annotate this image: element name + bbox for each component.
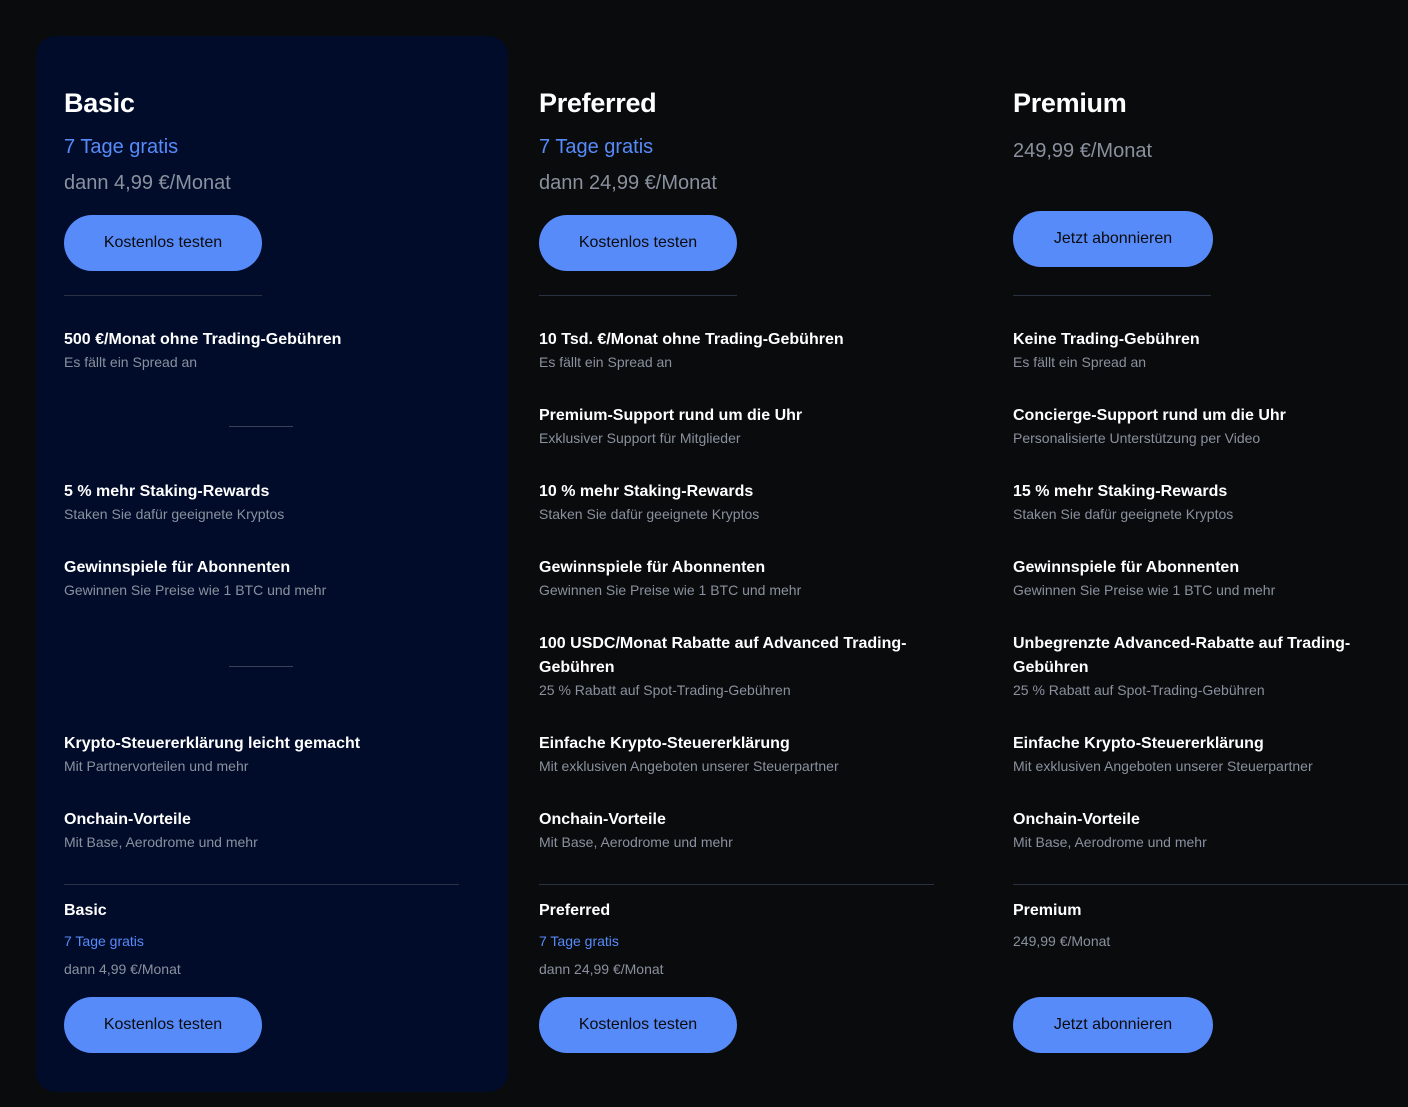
divider — [64, 884, 459, 885]
feature-title: Keine Trading-Gebühren — [1013, 331, 1200, 348]
plan-title: Basic — [64, 88, 135, 118]
feature-item: Unbegrenzte Advanced-Rabatte auf Trading… — [1013, 632, 1378, 700]
plan-column-preferred: Preferred 7 Tage gratis dann 24,99 €/Mon… — [539, 0, 939, 1107]
divider — [64, 295, 262, 296]
feature-subtitle: Personalisierte Unterstützung per Video — [1013, 430, 1261, 446]
divider — [539, 295, 737, 296]
feature-title: 15 % mehr Staking-Rewards — [1013, 483, 1228, 500]
footer-price: dann 24,99 €/Monat — [539, 961, 664, 977]
plan-price: dann 4,99 €/Monat — [64, 172, 231, 194]
plan-trial-text: 7 Tage gratis — [64, 136, 179, 158]
feature-item: Premium-Support rund um die Uhr Exklusiv… — [539, 404, 934, 448]
feature-title: Concierge-Support rund um die Uhr — [1013, 407, 1286, 424]
feature-placeholder-divider — [229, 666, 293, 667]
feature-subtitle: Staken Sie dafür geeignete Kryptos — [1013, 506, 1234, 522]
feature-subtitle: Exklusiver Support für Mitglieder — [539, 430, 741, 446]
feature-title: Krypto-Steuererklärung leicht gemacht — [64, 735, 361, 752]
free-trial-button[interactable]: Kostenlos testen — [539, 215, 737, 271]
feature-item: Einfache Krypto-Steuererklärung Mit exkl… — [539, 732, 934, 776]
feature-subtitle: Es fällt ein Spread an — [1013, 354, 1147, 370]
feature-item: Einfache Krypto-Steuererklärung Mit exkl… — [1013, 732, 1408, 776]
feature-item: Onchain-Vorteile Mit Base, Aerodrome und… — [1013, 808, 1408, 852]
plan-title: Premium — [1013, 88, 1127, 118]
subscribe-button[interactable]: Jetzt abonnieren — [1013, 211, 1213, 267]
footer-price: dann 4,99 €/Monat — [64, 961, 181, 977]
plan-column-premium: Premium 249,99 €/Monat Jetzt abonnieren … — [1013, 0, 1408, 1107]
feature-title: 500 €/Monat ohne Trading-Gebühren — [64, 331, 342, 348]
feature-title: Gewinnspiele für Abonnenten — [64, 559, 291, 576]
footer-plan-name: Premium — [1013, 902, 1082, 919]
feature-subtitle: Gewinnen Sie Preise wie 1 BTC und mehr — [64, 582, 327, 598]
feature-item: Gewinnspiele für Abonnenten Gewinnen Sie… — [64, 556, 459, 600]
feature-title: Onchain-Vorteile — [64, 811, 191, 828]
feature-title: 5 % mehr Staking-Rewards — [64, 483, 270, 500]
free-trial-button[interactable]: Kostenlos testen — [64, 215, 262, 271]
feature-item: 100 USDC/Monat Rabatte auf Advanced Trad… — [539, 632, 924, 700]
feature-subtitle: Mit exklusiven Angeboten unserer Steuerp… — [539, 758, 839, 774]
feature-item: Gewinnspiele für Abonnenten Gewinnen Sie… — [1013, 556, 1408, 600]
feature-subtitle: 25 % Rabatt auf Spot-Trading-Gebühren — [539, 682, 791, 698]
feature-title: 100 USDC/Monat Rabatte auf Advanced Trad… — [539, 635, 907, 676]
feature-title: Premium-Support rund um die Uhr — [539, 407, 803, 424]
feature-placeholder-divider — [229, 426, 293, 427]
footer-subscribe-button[interactable]: Jetzt abonnieren — [1013, 997, 1213, 1053]
feature-subtitle: 25 % Rabatt auf Spot-Trading-Gebühren — [1013, 682, 1265, 698]
feature-subtitle: Mit Base, Aerodrome und mehr — [1013, 834, 1207, 850]
footer-price: 249,99 €/Monat — [1013, 933, 1111, 949]
feature-item: Onchain-Vorteile Mit Base, Aerodrome und… — [64, 808, 459, 852]
plan-title: Preferred — [539, 88, 657, 118]
feature-title: Onchain-Vorteile — [539, 811, 666, 828]
footer-trial-text: 7 Tage gratis — [64, 933, 144, 949]
feature-item: 500 €/Monat ohne Trading-Gebühren Es fäl… — [64, 328, 459, 372]
feature-item: 15 % mehr Staking-Rewards Staken Sie daf… — [1013, 480, 1408, 524]
feature-title: Einfache Krypto-Steuererklärung — [539, 735, 790, 752]
feature-subtitle: Mit Base, Aerodrome und mehr — [539, 834, 733, 850]
feature-title: Gewinnspiele für Abonnenten — [1013, 559, 1240, 576]
feature-item: Gewinnspiele für Abonnenten Gewinnen Sie… — [539, 556, 934, 600]
feature-subtitle: Mit exklusiven Angeboten unserer Steuerp… — [1013, 758, 1313, 774]
plan-price: dann 24,99 €/Monat — [539, 172, 717, 194]
feature-subtitle: Mit Partnervorteilen und mehr — [64, 758, 249, 774]
footer-plan-name: Basic — [64, 902, 107, 919]
feature-title: 10 % mehr Staking-Rewards — [539, 483, 754, 500]
feature-item: Krypto-Steuererklärung leicht gemacht Mi… — [64, 732, 459, 776]
feature-item: 10 % mehr Staking-Rewards Staken Sie daf… — [539, 480, 934, 524]
feature-title: Unbegrenzte Advanced-Rabatte auf Trading… — [1013, 635, 1351, 676]
feature-subtitle: Staken Sie dafür geeignete Kryptos — [64, 506, 285, 522]
feature-item: 5 % mehr Staking-Rewards Staken Sie dafü… — [64, 480, 459, 524]
feature-item: Concierge-Support rund um die Uhr Person… — [1013, 404, 1408, 448]
feature-item: 10 Tsd. €/Monat ohne Trading-Gebühren Es… — [539, 328, 934, 372]
footer-free-trial-button[interactable]: Kostenlos testen — [539, 997, 737, 1053]
pricing-page: Basic 7 Tage gratis dann 4,99 €/Monat Ko… — [0, 0, 1408, 1107]
feature-item: Keine Trading-Gebühren Es fällt ein Spre… — [1013, 328, 1408, 372]
feature-subtitle: Es fällt ein Spread an — [539, 354, 673, 370]
plan-price: 249,99 €/Monat — [1013, 140, 1152, 162]
divider — [539, 884, 934, 885]
feature-title: Gewinnspiele für Abonnenten — [539, 559, 766, 576]
feature-title: Einfache Krypto-Steuererklärung — [1013, 735, 1264, 752]
divider — [1013, 295, 1211, 296]
feature-subtitle: Gewinnen Sie Preise wie 1 BTC und mehr — [539, 582, 802, 598]
feature-title: 10 Tsd. €/Monat ohne Trading-Gebühren — [539, 331, 844, 348]
feature-subtitle: Gewinnen Sie Preise wie 1 BTC und mehr — [1013, 582, 1276, 598]
plan-column-basic: Basic 7 Tage gratis dann 4,99 €/Monat Ko… — [64, 0, 464, 1107]
footer-plan-name: Preferred — [539, 902, 611, 919]
plan-trial-text: 7 Tage gratis — [539, 136, 654, 158]
feature-subtitle: Staken Sie dafür geeignete Kryptos — [539, 506, 760, 522]
feature-subtitle: Mit Base, Aerodrome und mehr — [64, 834, 258, 850]
footer-free-trial-button[interactable]: Kostenlos testen — [64, 997, 262, 1053]
feature-subtitle: Es fällt ein Spread an — [64, 354, 198, 370]
feature-title: Onchain-Vorteile — [1013, 811, 1140, 828]
feature-item: Onchain-Vorteile Mit Base, Aerodrome und… — [539, 808, 934, 852]
footer-trial-text: 7 Tage gratis — [539, 933, 619, 949]
divider — [1013, 884, 1408, 885]
